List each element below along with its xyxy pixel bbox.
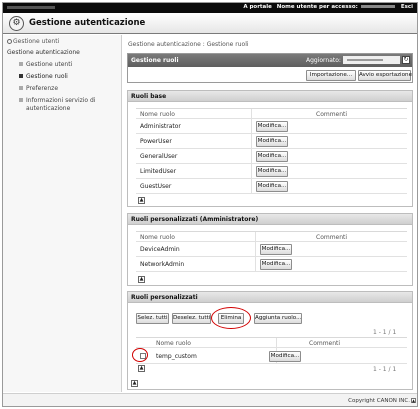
custom-roles-section: Ruoli personalizzati Selez. tutti Desele…	[127, 291, 413, 390]
edit-button[interactable]: Modifica...	[260, 244, 292, 255]
edit-button[interactable]: Modifica...	[256, 151, 288, 162]
pager-top: 1 - 1 / 1	[373, 329, 397, 336]
sidebar-item-label: Informazioni servizio di	[26, 97, 96, 104]
sidebar-top-link[interactable]: Gestione utenti	[7, 38, 59, 45]
col-name-header: Nome ruolo	[140, 111, 175, 118]
sidebar-item-auth-info-line2[interactable]: autenticazione	[26, 105, 70, 112]
sidebar-item-label: Gestione utenti	[26, 61, 73, 68]
table-row: LimitedUser Modifica...	[136, 164, 407, 179]
table-row: DeviceAdmin Modifica...	[136, 242, 407, 257]
scroll-top-icon[interactable]: ▲	[138, 365, 145, 372]
table-header-row: Nome ruolo Commenti	[136, 109, 407, 119]
updated-value-redacted	[347, 59, 383, 61]
add-role-button[interactable]: Aggiunta ruolo...	[254, 313, 302, 324]
custom-roles-table: Nome ruolo Commenti temp_custom Modifica…	[136, 337, 407, 364]
refresh-icon[interactable]: ↻	[402, 56, 410, 64]
user-label: Nome utente per accesso:	[276, 4, 358, 10]
user-name-redacted	[360, 5, 395, 8]
bullet-icon	[19, 98, 23, 102]
col-name-header: Nome ruolo	[140, 234, 175, 241]
col-name-header: Nome ruolo	[156, 340, 191, 347]
section-title: Ruoli base	[131, 93, 167, 100]
section-title: Ruoli personalizzati	[131, 294, 198, 301]
panel-title: Gestione ruoli	[131, 57, 179, 64]
edit-button[interactable]: Modifica...	[269, 351, 301, 362]
scroll-top-icon[interactable]: ▲	[138, 276, 145, 283]
bullet-icon	[19, 74, 23, 78]
footer: Copyright CANON INC. ▲	[3, 393, 417, 406]
sidebar-item-label: Gestione ruoli	[26, 73, 68, 80]
table-row: GeneralUser Modifica...	[136, 149, 407, 164]
role-name: DeviceAdmin	[140, 246, 180, 253]
custom-admin-roles-section: Ruoli personalizzati (Amministratore) No…	[127, 213, 413, 286]
top-bar: A portale Nome utente per accesso: Esci	[3, 3, 417, 13]
sidebar-item-users[interactable]: Gestione utenti	[19, 61, 72, 68]
edit-button[interactable]: Modifica...	[256, 136, 288, 147]
basic-roles-table: Nome ruolo Commenti Administrator Modifi…	[136, 108, 407, 194]
breadcrumb: Gestione autenticazione : Gestione ruoli	[128, 41, 249, 48]
sidebar: Gestione utenti Gestione autenticazione …	[3, 35, 122, 392]
edit-button[interactable]: Modifica...	[256, 121, 288, 132]
section-title: Ruoli personalizzati (Amministratore)	[131, 216, 259, 223]
title-bar: ⚙ Gestione autenticazione	[3, 13, 417, 34]
edit-button[interactable]: Modifica...	[256, 181, 288, 192]
table-row: Administrator Modifica...	[136, 119, 407, 134]
table-header-row: Nome ruolo Commenti	[136, 232, 407, 242]
select-all-button[interactable]: Selez. tutti	[136, 313, 169, 324]
table-row: PowerUser Modifica...	[136, 134, 407, 149]
col-comment-header: Commenti	[309, 340, 341, 347]
logout-link[interactable]: Esci	[401, 4, 413, 10]
bullet-icon	[19, 62, 23, 66]
updated-label: Aggiornato:	[306, 57, 341, 64]
table-row: temp_custom Modifica...	[136, 348, 407, 364]
scroll-top-icon[interactable]: ▲	[138, 197, 145, 204]
col-comment-header: Commenti	[316, 234, 348, 241]
brand-logo	[7, 6, 55, 9]
copyright: Copyright CANON INC.	[348, 398, 410, 404]
deselect-all-button[interactable]: Deselez. tutti	[172, 313, 211, 324]
role-name: LimitedUser	[140, 168, 177, 175]
custom-roles-header: Ruoli personalizzati	[128, 292, 412, 303]
import-button[interactable]: Importazione...	[306, 70, 356, 81]
export-button[interactable]: Avvio esportazione	[358, 70, 412, 81]
role-name: NetworkAdmin	[140, 261, 185, 268]
key-gear-icon: ⚙	[9, 16, 24, 31]
table-row: NetworkAdmin Modifica...	[136, 257, 407, 272]
delete-highlight-circle	[211, 307, 251, 329]
custom-admin-roles-header: Ruoli personalizzati (Amministratore)	[128, 214, 412, 225]
role-name: PowerUser	[140, 138, 172, 145]
sidebar-item-roles[interactable]: Gestione ruoli	[19, 73, 68, 80]
role-management-header: Gestione ruoli Aggiornato: ↻	[128, 54, 412, 67]
role-management-panel: Gestione ruoli Aggiornato: ↻ Importazion…	[127, 53, 413, 83]
scroll-top-icon[interactable]: ▲	[411, 398, 416, 403]
sidebar-top-link-label: Gestione utenti	[13, 38, 60, 45]
basic-roles-header: Ruoli base	[128, 91, 412, 102]
edit-button[interactable]: Modifica...	[260, 259, 292, 270]
portal-link[interactable]: A portale	[243, 4, 272, 10]
sidebar-section-title: Gestione autenticazione	[7, 49, 80, 56]
sidebar-item-preferences[interactable]: Preferenze	[19, 85, 58, 92]
scroll-top-icon[interactable]: ▲	[131, 380, 138, 387]
edit-button[interactable]: Modifica...	[256, 166, 288, 177]
main-content: Gestione autenticazione : Gestione ruoli…	[124, 35, 416, 392]
app-frame: A portale Nome utente per accesso: Esci ⚙…	[2, 2, 418, 407]
checkbox-highlight-circle	[132, 348, 148, 362]
pager-bottom: 1 - 1 / 1	[373, 366, 397, 373]
sidebar-item-auth-info[interactable]: Informazioni servizio di	[19, 97, 95, 104]
role-name: GuestUser	[140, 183, 172, 190]
col-comment-header: Commenti	[316, 111, 348, 118]
app-title: Gestione autenticazione	[29, 18, 146, 28]
updated-value	[343, 56, 400, 64]
role-name: Administrator	[140, 123, 181, 130]
sidebar-item-label: Preferenze	[26, 85, 59, 92]
top-bar-links: A portale Nome utente per accesso: Esci	[240, 4, 413, 10]
basic-roles-section: Ruoli base Nome ruolo Commenti Administr…	[127, 90, 413, 207]
custom-admin-roles-table: Nome ruolo Commenti DeviceAdmin Modifica…	[136, 231, 407, 272]
table-row: GuestUser Modifica...	[136, 179, 407, 194]
role-name: GeneralUser	[140, 153, 178, 160]
role-name: temp_custom	[156, 353, 197, 360]
table-header-row: Nome ruolo Commenti	[136, 338, 407, 348]
bullet-icon	[19, 86, 23, 90]
circle-icon	[7, 39, 12, 44]
